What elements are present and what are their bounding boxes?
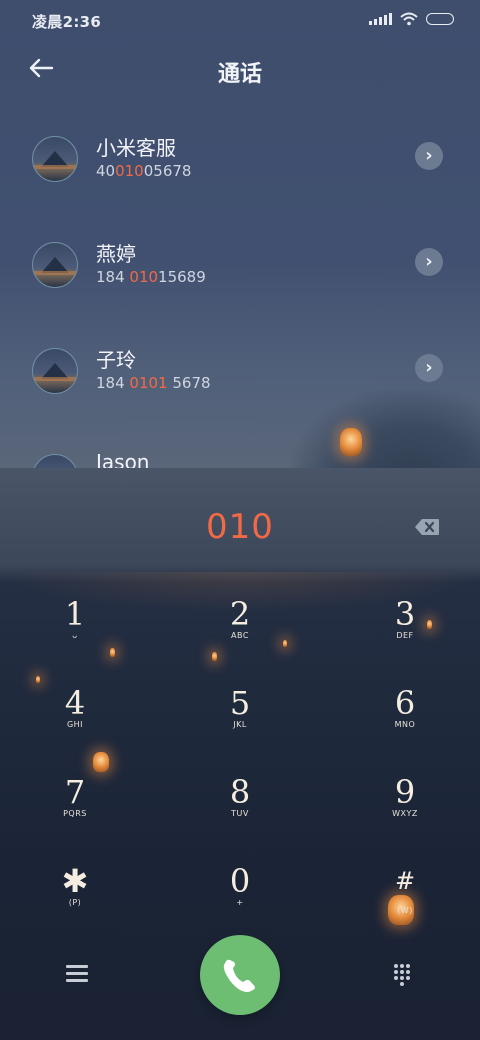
number-part: 15689	[158, 268, 206, 286]
key-digit: 5	[229, 684, 251, 722]
lantern-decoration	[36, 676, 40, 683]
contact-detail-button[interactable]: ›	[415, 354, 443, 382]
contact-number: 184 0101 5678	[96, 374, 211, 392]
voicemail-icon: ᴗ	[72, 631, 78, 640]
number-part: 184	[96, 268, 130, 286]
key-letters: (W)	[397, 906, 413, 915]
contact-detail-button[interactable]: ›	[415, 248, 443, 276]
key-letters: +	[236, 898, 244, 907]
signal-icon	[369, 13, 392, 25]
key-digit: 8	[229, 773, 251, 811]
header: 通话	[0, 50, 480, 94]
number-part: 184	[96, 374, 130, 392]
key-digit: 7	[64, 773, 86, 811]
key-6[interactable]: 6 MNO	[355, 684, 455, 754]
contact-number: 4001005678	[96, 162, 191, 180]
chevron-right-icon: ›	[425, 145, 433, 166]
chevron-right-icon: ›	[425, 357, 433, 378]
key-5[interactable]: 5 JKL	[190, 684, 290, 754]
contact-row[interactable]: 子玲 184 0101 5678 ›	[0, 332, 480, 412]
number-part: 05678	[143, 162, 192, 180]
key-letters: MNO	[394, 720, 416, 729]
wifi-icon	[400, 12, 418, 26]
backspace-button[interactable]	[414, 518, 440, 536]
status-bar: 凌晨2:36	[0, 0, 480, 42]
number-match: 010	[115, 162, 144, 180]
key-letters: WXYZ	[392, 809, 418, 818]
avatar	[32, 136, 78, 182]
key-4[interactable]: 4 GHI	[25, 684, 125, 754]
key-7[interactable]: 7 PQRS	[25, 773, 125, 843]
chevron-right-icon: ›	[425, 251, 433, 272]
key-star[interactable]: ✱ (P)	[25, 862, 125, 932]
contact-name: 燕婷	[96, 242, 136, 266]
contact-row[interactable]: 燕婷 184 01015689 ›	[0, 226, 480, 306]
menu-icon	[66, 979, 88, 982]
number-match: 0101	[129, 374, 168, 392]
key-0[interactable]: 0 +	[190, 862, 290, 932]
contact-name: 子玲	[96, 348, 136, 372]
key-digit: 2	[229, 595, 251, 633]
contact-row[interactable]: 小米客服 4001005678 ›	[0, 120, 480, 200]
key-letters: GHI	[66, 720, 84, 729]
key-letters: TUV	[231, 809, 249, 818]
key-digit: 3	[394, 595, 416, 633]
key-letters: DEF	[396, 631, 414, 640]
avatar	[32, 348, 78, 394]
key-letters: JKL	[233, 720, 247, 729]
status-time: 凌晨2:36	[32, 13, 102, 31]
key-digit: 9	[394, 773, 416, 811]
key-letters: ABC	[231, 631, 249, 640]
dialed-number: 010	[206, 507, 274, 547]
key-1[interactable]: 1ᴗ	[25, 595, 125, 665]
call-button[interactable]	[200, 935, 280, 1015]
number-part: 5678	[167, 374, 211, 392]
key-3[interactable]: 3 DEF	[355, 595, 455, 665]
key-digit: 6	[394, 684, 416, 722]
contact-name: 小米客服	[96, 136, 176, 160]
key-digit: ✱	[61, 862, 89, 900]
key-letters: PQRS	[63, 809, 87, 818]
key-digit: 1	[64, 595, 86, 633]
page-title: 通话	[217, 62, 262, 87]
lantern-decoration	[93, 752, 109, 772]
number-match: 010	[129, 268, 159, 286]
menu-icon	[66, 965, 88, 968]
contact-number: 184 01015689	[96, 268, 206, 286]
key-8[interactable]: 8 TUV	[190, 773, 290, 843]
contact-detail-button[interactable]: ›	[415, 142, 443, 170]
key-letters: (P)	[68, 898, 82, 907]
status-icons	[369, 12, 454, 26]
number-part: 40	[96, 162, 116, 180]
key-digit: #	[394, 867, 416, 895]
key-9[interactable]: 9 WXYZ	[355, 773, 455, 843]
menu-button[interactable]	[66, 965, 88, 983]
phone-icon	[223, 959, 255, 992]
menu-icon	[66, 972, 88, 975]
key-digit: 4	[64, 684, 86, 722]
key-digit: 0	[229, 862, 251, 900]
key-2[interactable]: 2 ABC	[190, 595, 290, 665]
key-hash[interactable]: # (W)	[355, 862, 455, 932]
battery-icon	[426, 13, 454, 25]
backspace-icon	[415, 519, 439, 535]
avatar	[32, 242, 78, 288]
keypad-toggle-button[interactable]	[392, 962, 412, 986]
